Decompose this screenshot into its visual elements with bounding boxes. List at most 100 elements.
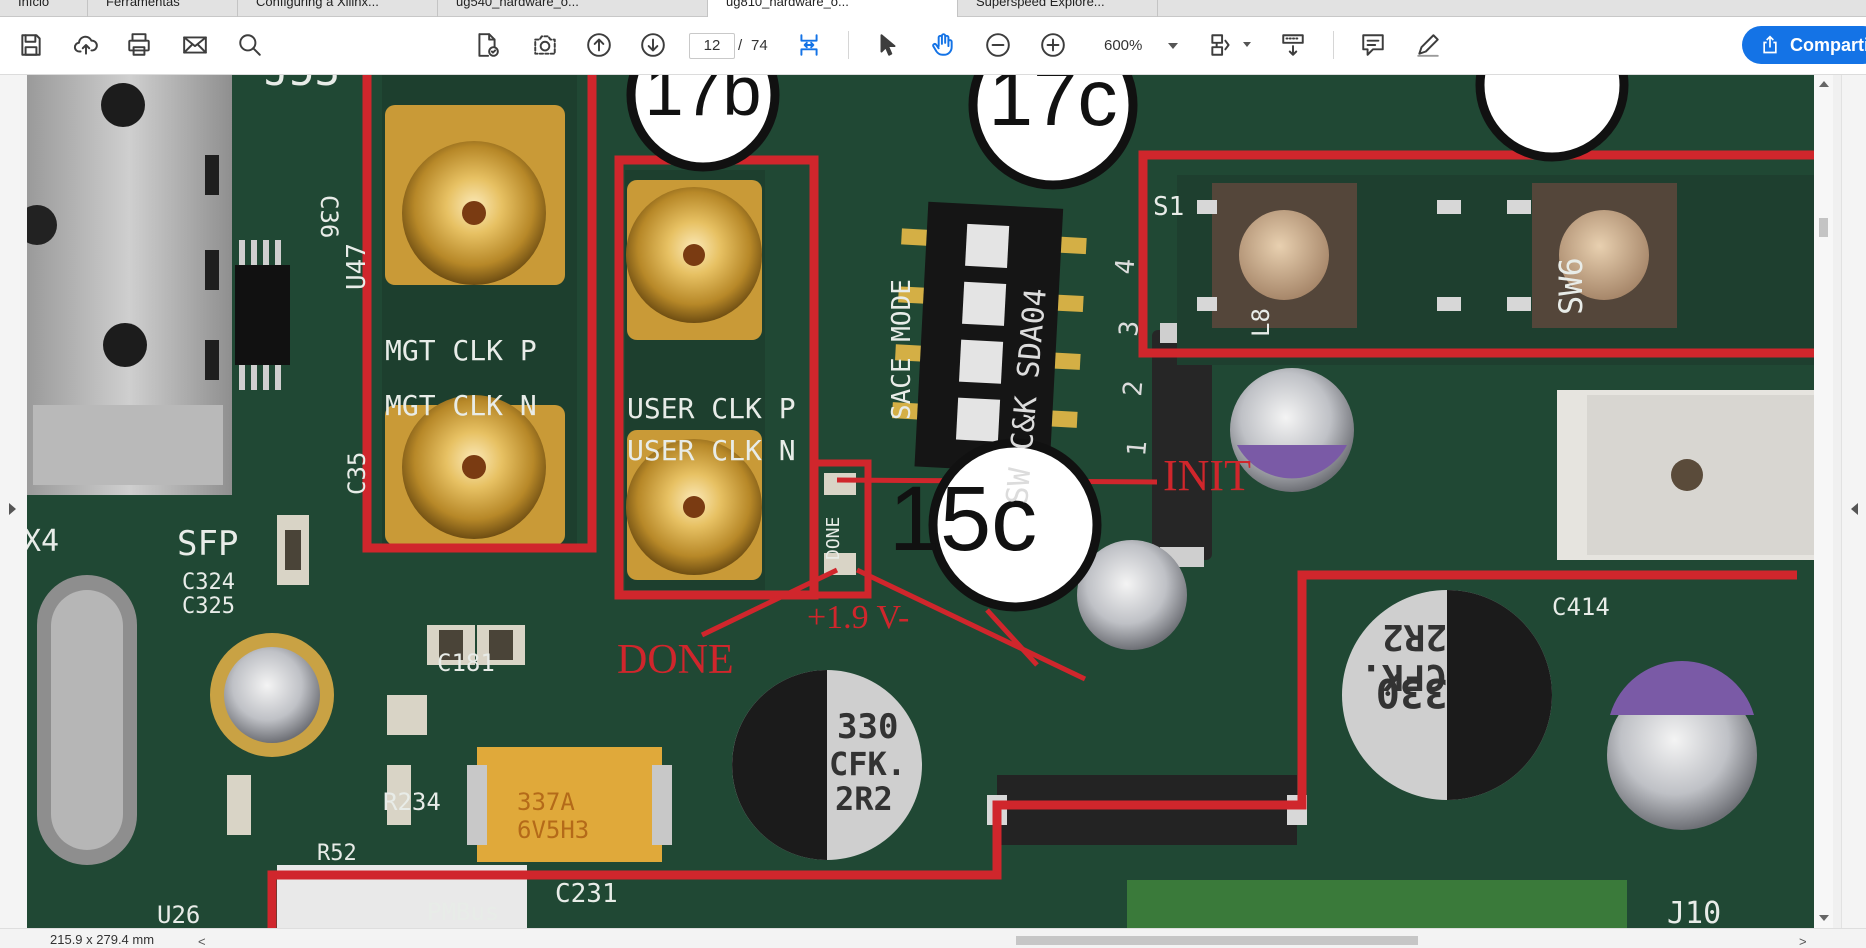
callout-17b: 17b	[645, 75, 762, 130]
zoom-in-icon[interactable]	[1035, 27, 1071, 63]
tab-label: Superspeed Explore...	[976, 0, 1105, 9]
vertical-scrollbar[interactable]	[1814, 75, 1833, 928]
done-label: DONE	[617, 637, 734, 683]
silk-j10: J10	[1667, 896, 1721, 928]
silk-j53: J53	[264, 75, 340, 95]
tab-document[interactable]: ug540_hardware_o...✕	[438, 0, 708, 17]
zoom-out-icon[interactable]	[980, 27, 1016, 63]
silk-c36: C36	[315, 195, 343, 238]
arrow-down-circle-icon[interactable]	[635, 27, 671, 63]
silk-sw6: SW6	[1552, 257, 1590, 315]
page-size: 215.9 x 279.4 mm	[50, 932, 155, 947]
tantalum-code: 6V5H3	[517, 816, 589, 844]
voltage-label: +1.9 V-	[807, 599, 909, 636]
tab-label: ug810_hardware_o...	[726, 0, 849, 9]
tab-label: Início	[18, 0, 50, 9]
cap-cfk: CFK.	[829, 745, 906, 783]
silk-dip-4: 4	[1110, 257, 1141, 275]
hand-icon[interactable]	[925, 27, 961, 63]
silk-c181: C181	[437, 649, 495, 677]
cap-2r2: 2R2	[1382, 616, 1447, 657]
board-photo: INIT DONE +1.9 V- 15c 17b 17c J53 C36 U4…	[27, 75, 1814, 928]
fit-page-icon[interactable]	[791, 27, 827, 63]
silk-dip-3: 3	[1114, 319, 1145, 337]
toolbar-divider	[848, 31, 849, 59]
arrow-up-circle-icon[interactable]	[581, 27, 617, 63]
share-button[interactable]: Compartilhar	[1742, 26, 1866, 64]
camera-icon[interactable]	[527, 27, 563, 63]
silk-dip-1: 1	[1122, 439, 1153, 457]
left-pane-toggle[interactable]	[0, 75, 27, 928]
silk-r234: R234	[383, 788, 441, 816]
tantalum-code: 337A	[517, 788, 575, 816]
horizontal-scrollbar-thumb[interactable]	[1016, 936, 1418, 945]
silk-c325: C325	[182, 594, 235, 619]
page-number-input[interactable]: 12	[689, 33, 735, 59]
scroll-mode-icon[interactable]	[1275, 27, 1311, 63]
silk-c324: C324	[182, 570, 235, 595]
tab-document[interactable]: Configuring a Xilinx...✕	[238, 0, 438, 17]
comment-icon[interactable]	[1355, 27, 1391, 63]
silk-dip-2: 2	[1118, 379, 1149, 397]
silk-c231: C231	[555, 879, 618, 909]
callout-17c: 17c	[989, 75, 1118, 142]
scroll-down-icon[interactable]	[1819, 915, 1829, 921]
silk-c35: C35	[343, 452, 371, 495]
cloud-upload-icon[interactable]	[68, 27, 104, 63]
silk-user-clk-p: USER CLK P	[627, 392, 796, 425]
pdf-edit-icon[interactable]	[469, 27, 505, 63]
silk-pmbus: PMBus	[427, 898, 499, 926]
cap-2r2: 2R2	[835, 780, 893, 818]
silk-mgt-clk-p: MGT CLK P	[385, 334, 537, 367]
init-label: INIT	[1163, 451, 1251, 500]
silk-l8: L8	[1247, 308, 1275, 337]
page-separator: /	[738, 37, 743, 54]
silk-done: DONE	[823, 517, 844, 560]
page-display-icon[interactable]	[1203, 27, 1239, 63]
scrollbar-thumb[interactable]	[1819, 218, 1828, 237]
chevron-down-icon[interactable]	[1243, 42, 1251, 47]
acrobat-window: Início Ferramentas Configuring a Xilinx.…	[0, 0, 1866, 948]
toolbar-divider	[1333, 31, 1334, 59]
silk-mgt-clk-n: MGT CLK N	[385, 389, 537, 422]
chevron-left-icon[interactable]: <	[198, 934, 206, 948]
silk-u26: U26	[157, 901, 200, 928]
toolbar: 12 / 74 600% Compart	[0, 17, 1866, 75]
tab-home[interactable]: Início	[0, 0, 88, 17]
pen-icon[interactable]	[1410, 27, 1446, 63]
scroll-up-icon[interactable]	[1819, 81, 1829, 87]
tab-bar: Início Ferramentas Configuring a Xilinx.…	[0, 0, 1866, 18]
tab-label: Configuring a Xilinx...	[256, 0, 379, 9]
share-icon	[1763, 35, 1777, 54]
zoom-value: 600%	[1104, 37, 1143, 54]
tab-label: Ferramentas	[106, 0, 180, 9]
save-icon[interactable]	[13, 27, 49, 63]
cap-cfk: CFK.	[1360, 656, 1447, 697]
search-icon[interactable]	[232, 27, 268, 63]
tab-document[interactable]: Superspeed Explore...✕	[958, 0, 1158, 17]
silk-user-clk-n: USER CLK N	[627, 434, 796, 467]
cap-330: 330	[837, 707, 898, 747]
zoom-select[interactable]: 600%	[1091, 33, 1186, 59]
silk-c414: C414	[1552, 593, 1610, 621]
tab-tools[interactable]: Ferramentas	[88, 0, 238, 17]
silk-s1: S1	[1153, 192, 1184, 222]
status-bar: 215.9 x 279.4 mm < >	[0, 928, 1866, 948]
tab-document-active[interactable]: ug810_hardware_o...✕	[708, 0, 958, 18]
share-label: Compartilhar	[1790, 35, 1866, 55]
chevron-right-icon	[9, 503, 16, 515]
page-canvas[interactable]: INIT DONE +1.9 V- 15c 17b 17c J53 C36 U4…	[27, 75, 1814, 928]
mail-icon[interactable]	[177, 27, 213, 63]
silk-sace-mode: SACE MODE	[887, 279, 917, 420]
silk-u47: U47	[342, 243, 372, 290]
silk-r52: R52	[317, 841, 357, 866]
chevron-down-icon	[1168, 43, 1178, 49]
right-pane-toggle[interactable]	[1841, 75, 1866, 928]
cursor-icon[interactable]	[870, 27, 906, 63]
silk-x4: X4	[27, 524, 59, 559]
silk-sfp: SFP	[177, 524, 238, 564]
chevron-right-icon[interactable]: >	[1799, 934, 1807, 948]
print-icon[interactable]	[121, 27, 157, 63]
chevron-left-icon	[1851, 503, 1858, 515]
tab-label: ug540_hardware_o...	[456, 0, 579, 9]
